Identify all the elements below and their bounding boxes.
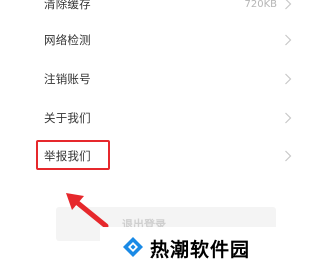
watermark-text: 热潮软件园	[150, 239, 251, 261]
settings-item-label: 关于我们	[44, 111, 91, 125]
settings-list: 清除缓存 720KB 网络检测 注销账号 关于我们 举报我们	[0, 0, 303, 200]
settings-item-network-check[interactable]: 网络检测	[0, 22, 303, 58]
settings-item-cancel-account[interactable]: 注销账号	[0, 61, 303, 97]
cache-size-value: 720KB	[244, 0, 277, 10]
settings-item-label: 注销账号	[44, 72, 91, 86]
settings-item-label: 清除缓存	[44, 0, 91, 11]
settings-item-clear-cache[interactable]: 清除缓存 720KB	[0, 0, 303, 22]
diamond-logo-icon	[123, 237, 143, 257]
chevron-right-icon	[284, 112, 292, 124]
chevron-right-icon	[284, 150, 292, 162]
report-highlight-box	[36, 140, 110, 170]
chevron-right-icon	[284, 34, 292, 46]
chevron-right-icon	[284, 0, 292, 10]
settings-item-about-us[interactable]: 关于我们	[0, 100, 303, 136]
chevron-right-icon	[284, 73, 292, 85]
settings-item-label: 网络检测	[44, 33, 91, 47]
watermark: 热潮软件园	[100, 227, 303, 270]
